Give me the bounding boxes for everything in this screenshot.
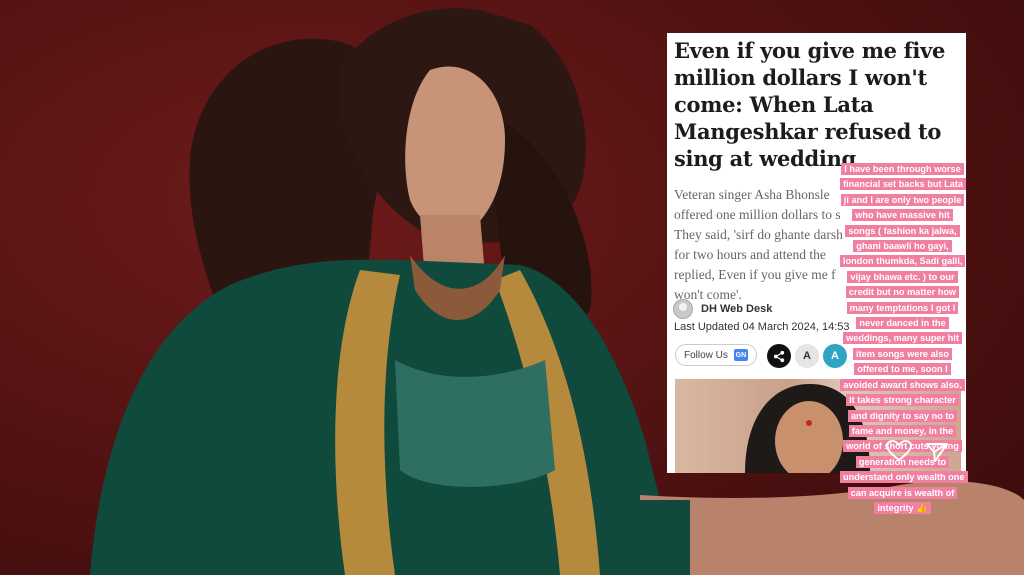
- send-icon[interactable]: [925, 441, 949, 463]
- share-icon: [773, 350, 784, 362]
- follow-us-label: Follow Us: [684, 349, 728, 361]
- author-avatar-icon: [673, 299, 693, 319]
- share-button[interactable]: [767, 344, 791, 368]
- follow-us-button[interactable]: Follow Us GN: [675, 344, 757, 366]
- article-headline: Even if you give me five million dollars…: [674, 38, 946, 171]
- font-size-decrease-button[interactable]: A: [795, 344, 819, 368]
- heart-icon[interactable]: [886, 440, 912, 462]
- byline: DH Web Desk: [673, 299, 772, 319]
- story-caption-text: I have been through worse financial set …: [840, 162, 968, 516]
- last-updated-timestamp: Last Updated 04 March 2024, 14:53: [674, 321, 850, 333]
- author-name[interactable]: DH Web Desk: [701, 303, 772, 315]
- google-news-icon: GN: [733, 349, 748, 361]
